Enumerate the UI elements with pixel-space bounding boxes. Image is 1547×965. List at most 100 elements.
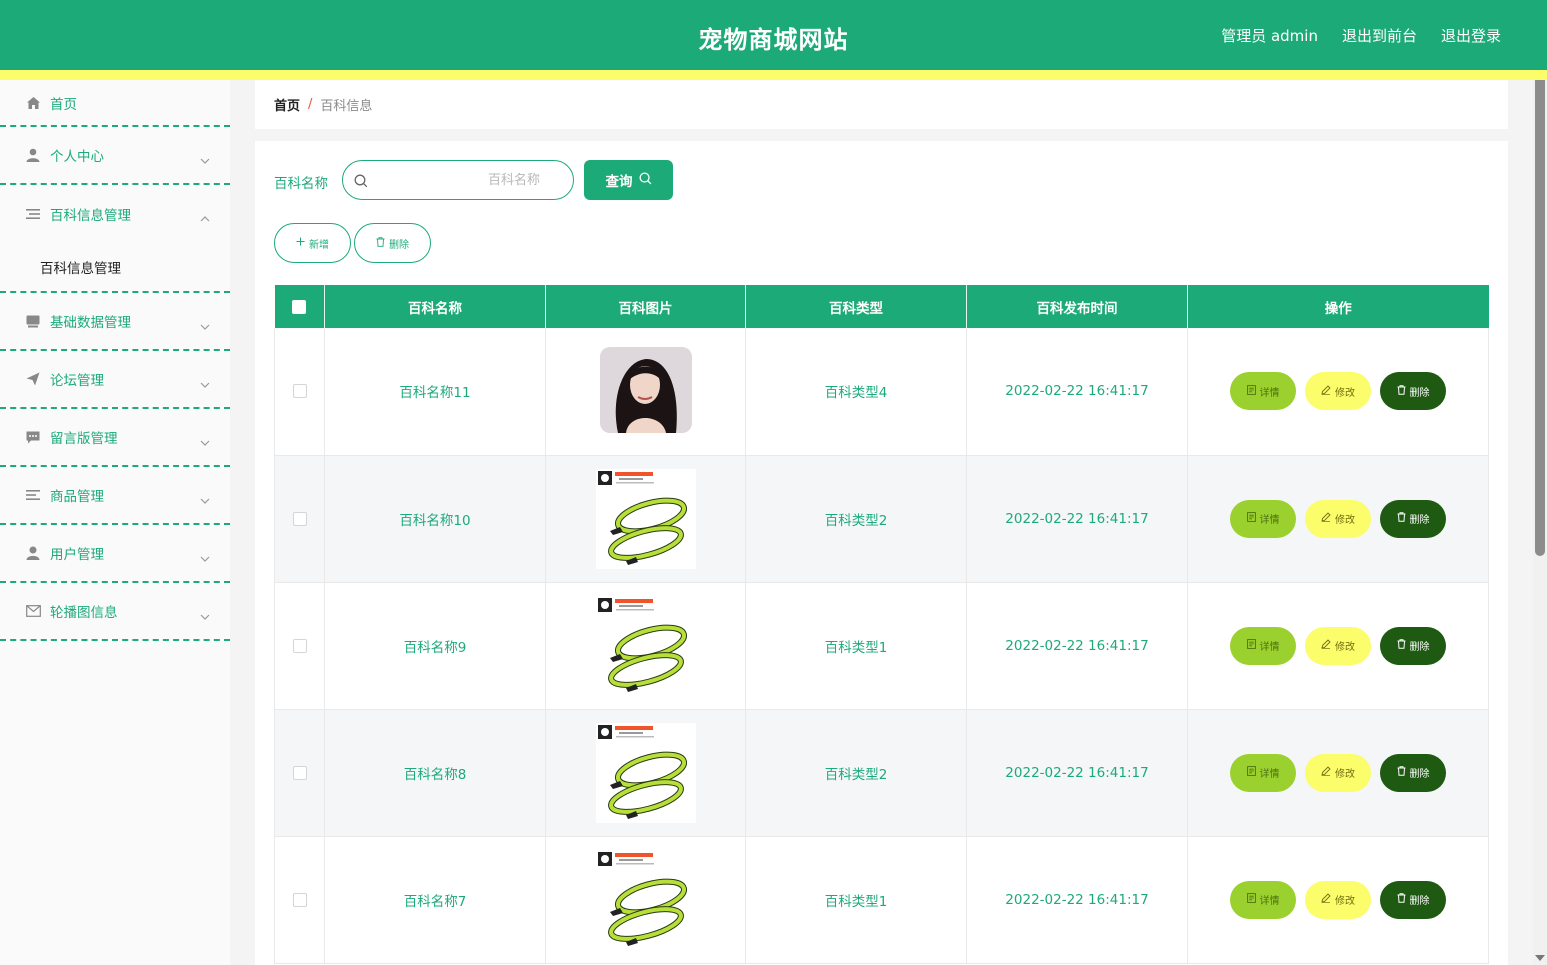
back-to-front-link[interactable]: 退出到前台 (1342, 25, 1417, 46)
edit-button[interactable]: 修改 (1305, 753, 1371, 792)
search-icon (638, 171, 652, 189)
search-field[interactable] (342, 160, 574, 200)
delete-button[interactable]: 删除 (1380, 753, 1446, 792)
delete-label: 删除 (1409, 387, 1430, 399)
delete-button[interactable]: 删除 (1380, 372, 1446, 411)
delete-label: 删除 (1409, 769, 1430, 780)
detail-button[interactable]: 详情 (1230, 499, 1296, 538)
table-row: 百科名称7 百科类型1 2022-02-22 16:41:17 详情 修改 删除 (274, 836, 1489, 964)
detail-label: 详情 (1259, 896, 1280, 907)
table-row: 百科名称9 百科类型1 2022-02-22 16:41:17 详情 修改 删除 (274, 582, 1489, 710)
delete-button[interactable]: 删除 (1380, 626, 1446, 665)
cell-actions: 详情 修改 删除 (1187, 836, 1489, 964)
table-row: 百科名称11 百科类型4 2022-02-22 16:41:17 详情 修改 删除 (274, 328, 1489, 456)
row-checkbox[interactable] (292, 765, 307, 780)
breadcrumb-home[interactable]: 首页 (274, 95, 300, 114)
leash-product-image (595, 849, 696, 950)
sidebar-item-home[interactable]: 首页 (0, 80, 230, 127)
detail-button[interactable]: 详情 (1230, 626, 1296, 665)
leash-product-image (595, 595, 696, 696)
header-nav: 管理员 admin 退出到前台 退出登录 (1221, 25, 1501, 46)
top-header: 宠物商城网站 管理员 admin 退出到前台 退出登录 (0, 0, 1547, 70)
trash-icon (376, 236, 385, 250)
cell-name: 百科名称10 (324, 455, 546, 583)
sidebar-item-basic-data[interactable]: 基础数据管理 (0, 293, 230, 351)
cell-name: 百科名称8 (324, 709, 546, 837)
portrait-pillow-image (595, 341, 696, 442)
row-checkbox[interactable] (292, 384, 307, 399)
delete-label: 删除 (1409, 642, 1430, 653)
detail-label: 详情 (1259, 515, 1280, 526)
column-header-time[interactable]: 百科发布时间 (966, 285, 1188, 328)
header-accent-bar (0, 70, 1547, 80)
sidebar: 首页 个人中心 百科信息管理 百科信息管理 基础数据管理 论坛管理 留言版管理 … (0, 80, 230, 965)
cell-image (545, 328, 746, 456)
sidebar-item-message-board[interactable]: 留言版管理 (0, 409, 230, 467)
sidebar-item-forum[interactable]: 论坛管理 (0, 351, 230, 409)
search-icon (354, 173, 368, 192)
edit-button[interactable]: 修改 (1305, 372, 1371, 411)
detail-label: 详情 (1259, 642, 1280, 653)
detail-button[interactable]: 详情 (1230, 880, 1296, 919)
detail-button[interactable]: 详情 (1230, 372, 1296, 411)
detail-button[interactable]: 详情 (1230, 753, 1296, 792)
cell-image (545, 455, 746, 583)
encyclopedia-table: 百科名称 百科图片 百科类型 百科发布时间 操作 百科名称11 百科类型4 2022… (274, 285, 1489, 964)
cell-actions: 详情 修改 删除 (1187, 328, 1489, 456)
cell-type: 百科类型1 (745, 836, 967, 964)
edit-label: 修改 (1335, 769, 1355, 780)
row-checkbox[interactable] (292, 638, 307, 653)
query-button[interactable]: 查询 (584, 160, 673, 200)
box-icon (25, 313, 41, 329)
list-icon (25, 206, 41, 222)
batch-delete-button[interactable]: 删除 (354, 223, 431, 263)
message-icon (25, 429, 41, 445)
cell-actions: 详情 修改 删除 (1187, 582, 1489, 710)
cell-type: 百科类型1 (745, 582, 967, 710)
column-header-type[interactable]: 百科类型 (745, 285, 967, 328)
cell-time: 2022-02-22 16:41:17 (966, 328, 1188, 456)
sidebar-item-users[interactable]: 用户管理 (0, 525, 230, 583)
add-button[interactable]: 新增 (274, 223, 351, 263)
edit-button[interactable]: 修改 (1305, 880, 1371, 919)
pencil-icon (1321, 512, 1331, 525)
chevron-down-icon (200, 315, 210, 334)
sidebar-item-carousel[interactable]: 轮播图信息 (0, 583, 230, 641)
edit-button[interactable]: 修改 (1305, 499, 1371, 538)
leash-product-image (595, 468, 696, 569)
cell-image (545, 836, 746, 964)
cell-time: 2022-02-22 16:41:17 (966, 455, 1188, 583)
mail-icon (25, 603, 41, 619)
cell-image (545, 709, 746, 837)
row-checkbox[interactable] (292, 892, 307, 907)
scrollbar-thumb[interactable] (1535, 80, 1545, 556)
delete-button[interactable]: 删除 (1380, 880, 1446, 919)
sidebar-item-label: 用户管理 (50, 547, 104, 563)
search-input[interactable] (373, 169, 568, 191)
logout-link[interactable]: 退出登录 (1441, 25, 1501, 46)
scroll-down-arrow-icon[interactable] (1535, 955, 1545, 961)
row-select-cell (274, 582, 325, 710)
submenu-encyclopedia-manage[interactable]: 百科信息管理 (0, 243, 230, 293)
admin-link[interactable]: 管理员 admin (1221, 25, 1318, 46)
sidebar-item-products[interactable]: 商品管理 (0, 467, 230, 525)
sidebar-item-encyclopedia[interactable]: 百科信息管理 (0, 185, 230, 243)
cell-type: 百科类型2 (745, 455, 967, 583)
column-header-name[interactable]: 百科名称 (324, 285, 546, 328)
page-scrollbar[interactable] (1533, 80, 1547, 965)
sidebar-item-personal[interactable]: 个人中心 (0, 127, 230, 185)
chevron-down-icon (200, 373, 210, 392)
cell-time: 2022-02-22 16:41:17 (966, 582, 1188, 710)
column-header-image: 百科图片 (545, 285, 746, 328)
select-all-checkbox[interactable] (292, 299, 307, 314)
pencil-icon (1321, 766, 1331, 779)
delete-label: 删除 (1409, 896, 1430, 907)
add-button-label: 新增 (309, 239, 329, 251)
document-icon (1246, 766, 1256, 779)
cell-image (545, 582, 746, 710)
leash-product-image (595, 722, 696, 823)
edit-button[interactable]: 修改 (1305, 626, 1371, 665)
main-panel: 百科名称 查询 新增 删除 百科名称 百科图片 (255, 141, 1508, 965)
delete-button[interactable]: 删除 (1380, 499, 1446, 538)
row-checkbox[interactable] (292, 511, 307, 526)
